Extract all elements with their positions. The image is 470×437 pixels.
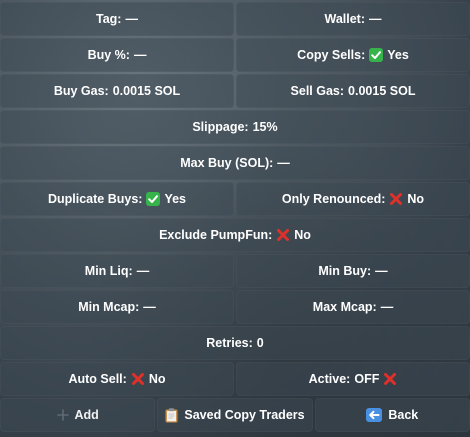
wallet-value: —: [369, 12, 382, 26]
keyboard-row: Min Liq: — Min Buy: —: [0, 254, 470, 288]
add-button[interactable]: Add: [0, 398, 156, 432]
max-buy-label: Max Buy (SOL):: [180, 156, 274, 170]
cross-icon: [389, 192, 403, 206]
sell-gas-button[interactable]: Sell Gas: 0.0015 SOL: [236, 74, 470, 108]
retries-value: 0: [256, 336, 264, 350]
tag-value: —: [125, 12, 138, 26]
clipboard-icon: [165, 407, 178, 423]
keyboard-row: Buy Gas: 0.0015 SOL Sell Gas: 0.0015 SOL: [0, 74, 470, 108]
plus-icon: [56, 409, 69, 421]
copy-sells-label: Copy Sells:: [297, 48, 366, 62]
buy-gas-value: 0.0015 SOL: [112, 84, 181, 98]
check-icon: [369, 48, 384, 62]
duplicate-buys-button[interactable]: Duplicate Buys: Yes: [0, 182, 234, 216]
retries-label: Retries:: [206, 336, 253, 350]
retries-button[interactable]: Retries: 0: [0, 326, 470, 360]
only-renounced-button[interactable]: Only Renounced: No: [236, 182, 470, 216]
back-arrow-icon: [366, 408, 383, 422]
only-renounced-label: Only Renounced:: [281, 192, 386, 206]
exclude-pumpfun-label: Exclude PumpFun:: [159, 228, 273, 242]
cross-icon: [131, 372, 145, 386]
only-renounced-value: No: [407, 192, 425, 206]
back-button[interactable]: Back: [314, 398, 470, 432]
copy-sells-button[interactable]: Copy Sells: Yes: [236, 38, 470, 72]
keyboard-row: Retries: 0: [0, 326, 470, 360]
slippage-label: Slippage:: [192, 120, 249, 134]
active-value: OFF: [354, 372, 380, 386]
keyboard-row: Max Buy (SOL): —: [0, 146, 470, 180]
min-buy-label: Min Buy:: [318, 264, 372, 278]
min-mcap-label: Min Mcap:: [78, 300, 140, 314]
exclude-pumpfun-value: No: [294, 228, 311, 242]
slippage-button[interactable]: Slippage: 15%: [0, 110, 470, 144]
keyboard-row: Duplicate Buys: Yes Only Renounced: No: [0, 182, 470, 216]
max-buy-value: —: [277, 156, 290, 170]
active-label: Active:: [308, 372, 351, 386]
keyboard-row: Buy %: — Copy Sells: Yes: [0, 38, 470, 72]
saved-copy-traders-label: Saved Copy Traders: [184, 408, 305, 422]
min-mcap-button[interactable]: Min Mcap: —: [0, 290, 234, 324]
exclude-pumpfun-button[interactable]: Exclude PumpFun: No: [0, 218, 470, 252]
duplicate-buys-label: Duplicate Buys:: [47, 192, 143, 206]
buy-percent-label: Buy %:: [87, 48, 130, 62]
keyboard-row: Exclude PumpFun: No: [0, 218, 470, 252]
min-liq-value: —: [136, 264, 150, 278]
buy-gas-button[interactable]: Buy Gas: 0.0015 SOL: [0, 74, 234, 108]
sell-gas-value: 0.0015 SOL: [348, 84, 416, 98]
check-icon: [146, 192, 161, 206]
max-mcap-value: —: [380, 300, 394, 314]
wallet-button[interactable]: Wallet: —: [236, 2, 470, 36]
auto-sell-label: Auto Sell:: [68, 372, 127, 386]
min-buy-button[interactable]: Min Buy: —: [236, 254, 470, 288]
sell-gas-label: Sell Gas:: [290, 84, 345, 98]
min-liq-label: Min Liq:: [84, 264, 133, 278]
tag-button[interactable]: Tag: —: [0, 2, 234, 36]
cross-icon: [383, 372, 397, 386]
copy-sells-value: Yes: [387, 48, 409, 62]
auto-sell-value: No: [148, 372, 166, 386]
buy-percent-button[interactable]: Buy %: —: [0, 38, 234, 72]
max-mcap-label: Max Mcap:: [312, 300, 377, 314]
inline-keyboard: Tag: — Wallet: — Buy %: — Copy Sells: Ye…: [0, 0, 470, 437]
back-label: Back: [388, 408, 419, 422]
active-button[interactable]: Active: OFF: [236, 362, 470, 396]
keyboard-row: Min Mcap: — Max Mcap: —: [0, 290, 470, 324]
keyboard-row: Auto Sell: No Active: OFF: [0, 362, 470, 396]
min-liq-button[interactable]: Min Liq: —: [0, 254, 234, 288]
slippage-value: 15%: [252, 120, 278, 134]
cross-icon: [276, 228, 290, 242]
min-buy-value: —: [375, 264, 388, 278]
keyboard-row: Tag: — Wallet: —: [0, 2, 470, 36]
buy-percent-value: —: [133, 48, 147, 62]
auto-sell-button[interactable]: Auto Sell: No: [0, 362, 234, 396]
max-mcap-button[interactable]: Max Mcap: —: [236, 290, 470, 324]
min-mcap-value: —: [143, 300, 156, 314]
keyboard-row: Slippage: 15%: [0, 110, 470, 144]
wallet-label: Wallet:: [324, 12, 365, 26]
add-label: Add: [74, 408, 99, 422]
tag-label: Tag:: [96, 12, 122, 26]
keyboard-row: Add Saved Copy Traders Back: [0, 398, 470, 432]
duplicate-buys-value: Yes: [164, 192, 187, 206]
buy-gas-label: Buy Gas:: [53, 84, 109, 98]
saved-copy-traders-button[interactable]: Saved Copy Traders: [157, 398, 313, 432]
max-buy-button[interactable]: Max Buy (SOL): —: [0, 146, 470, 180]
